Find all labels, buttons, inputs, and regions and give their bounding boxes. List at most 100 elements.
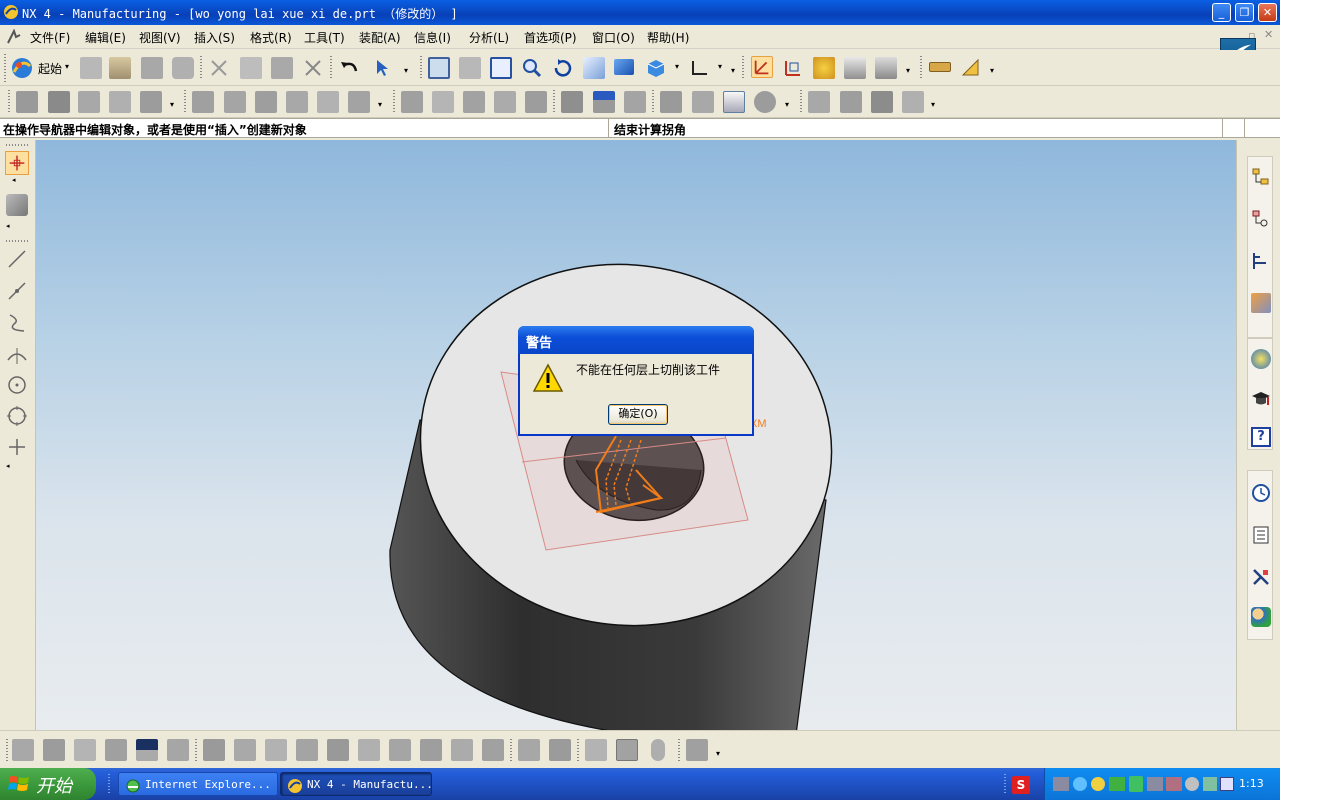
- move-to-layer-icon[interactable]: [875, 57, 897, 79]
- expand-arrow-icon[interactable]: ◂: [6, 222, 10, 230]
- perspective-icon[interactable]: [614, 59, 634, 75]
- path-delete-icon[interactable]: [840, 91, 862, 113]
- create-tool-icon[interactable]: [48, 91, 70, 113]
- process-studio-icon[interactable]: [1251, 567, 1271, 587]
- slot-icon[interactable]: [327, 739, 349, 761]
- minimize-button[interactable]: _: [1212, 3, 1231, 22]
- geometry-view-icon[interactable]: [255, 91, 277, 113]
- close-button[interactable]: ✕: [1258, 3, 1277, 22]
- measure-angle-icon[interactable]: [960, 57, 982, 79]
- object-actions-icon[interactable]: [348, 91, 370, 113]
- shell-icon[interactable]: [585, 739, 607, 761]
- expand-arrow-icon[interactable]: ◂: [12, 176, 16, 184]
- training-icon[interactable]: [1251, 389, 1271, 409]
- pan-icon[interactable]: [583, 57, 605, 79]
- toolbar-options-icon[interactable]: ▾: [731, 66, 735, 75]
- start-button-label[interactable]: 起始: [38, 60, 62, 77]
- paste-icon[interactable]: [271, 57, 293, 79]
- edit-object-icon[interactable]: [317, 91, 339, 113]
- menu-format[interactable]: 格式(R): [250, 29, 292, 46]
- messenger-icon[interactable]: [1091, 777, 1105, 791]
- arc-icon[interactable]: [6, 344, 28, 366]
- wcs-orient-icon[interactable]: [782, 57, 804, 79]
- web-browser-icon[interactable]: [1251, 349, 1271, 369]
- groove-icon[interactable]: [358, 739, 380, 761]
- roles-icon[interactable]: [1251, 607, 1271, 627]
- create-operation-icon[interactable]: [140, 91, 162, 113]
- expand-arrow-icon[interactable]: ◂: [6, 462, 10, 470]
- layer-visible-icon[interactable]: [844, 57, 866, 79]
- part-navigator-icon[interactable]: [1251, 251, 1271, 271]
- menu-analysis[interactable]: 分析(L): [469, 29, 509, 46]
- zoom-in-out-icon[interactable]: [521, 57, 543, 79]
- new-file-icon[interactable]: [80, 57, 102, 79]
- create-geometry-icon[interactable]: [78, 91, 100, 113]
- thread-icon[interactable]: [651, 739, 665, 761]
- menu-file[interactable]: 文件(F): [30, 29, 70, 46]
- chamfer-icon[interactable]: [549, 739, 571, 761]
- menu-edit[interactable]: 编辑(E): [85, 29, 126, 46]
- undo-icon[interactable]: [338, 57, 360, 79]
- path-trim-icon[interactable]: [902, 91, 924, 113]
- copy-icon[interactable]: [240, 57, 262, 79]
- task-internet-explorer[interactable]: Internet Explore...: [118, 772, 278, 796]
- machining-method-view-icon[interactable]: [286, 91, 308, 113]
- input-method-icon[interactable]: S: [1012, 776, 1030, 794]
- rotate-icon[interactable]: [552, 57, 574, 79]
- spline-icon[interactable]: [6, 312, 28, 334]
- menu-preferences[interactable]: 首选项(P): [524, 29, 577, 46]
- objects-dropdown-icon[interactable]: ▾: [378, 100, 382, 109]
- sphere-icon[interactable]: [105, 739, 127, 761]
- feeds-speeds-icon[interactable]: [754, 91, 776, 113]
- point-constructor-icon[interactable]: [6, 194, 28, 216]
- select-filter-icon[interactable]: [372, 57, 394, 79]
- cone-icon[interactable]: [74, 739, 96, 761]
- volume-icon[interactable]: [1185, 777, 1199, 791]
- cylinder-icon[interactable]: [43, 739, 65, 761]
- subtract-icon[interactable]: [420, 739, 442, 761]
- ok-button[interactable]: 确定(O): [608, 404, 668, 425]
- line-point-icon[interactable]: [6, 280, 28, 302]
- menu-tools[interactable]: 工具(T): [304, 29, 345, 46]
- revolve-icon[interactable]: [167, 739, 189, 761]
- start-button[interactable]: 开始: [0, 768, 96, 800]
- output-cls-icon[interactable]: [624, 91, 646, 113]
- menu-window[interactable]: 窗口(O): [592, 29, 635, 46]
- machine-navigator-icon[interactable]: [1251, 209, 1271, 229]
- assembly-navigator-icon[interactable]: [1251, 293, 1271, 313]
- wcs-icon[interactable]: [751, 56, 773, 78]
- zoom-icon[interactable]: [490, 57, 512, 79]
- path-lock-icon[interactable]: [871, 91, 893, 113]
- doc-close-icon[interactable]: ✕: [1264, 28, 1273, 41]
- help-icon[interactable]: ?: [1251, 427, 1271, 447]
- boss-icon[interactable]: [234, 739, 256, 761]
- line-icon[interactable]: [6, 248, 28, 270]
- block-icon[interactable]: [12, 739, 34, 761]
- analysis-dropdown-icon[interactable]: ▾: [990, 66, 994, 75]
- start-icon[interactable]: [10, 56, 34, 80]
- information-icon[interactable]: [692, 91, 714, 113]
- tools-dropdown-icon[interactable]: ▾: [785, 100, 789, 109]
- point-icon[interactable]: [6, 436, 28, 458]
- zoom-window-icon[interactable]: [459, 57, 481, 79]
- edit-feature-icon[interactable]: [686, 739, 708, 761]
- snap-point-icon[interactable]: [5, 151, 29, 175]
- create-program-icon[interactable]: [16, 91, 38, 113]
- network-disconnected-icon[interactable]: [1166, 777, 1182, 791]
- shaded-view-icon[interactable]: [645, 57, 667, 79]
- extrude-icon[interactable]: [136, 739, 158, 761]
- machine-tool-view-icon[interactable]: [224, 91, 246, 113]
- menu-insert[interactable]: 插入(S): [194, 29, 235, 46]
- safely-remove-icon[interactable]: [1203, 777, 1217, 791]
- history-icon[interactable]: [1251, 483, 1271, 503]
- display-object-icon[interactable]: [723, 91, 745, 113]
- unite-icon[interactable]: [389, 739, 411, 761]
- edge-blend-icon[interactable]: [518, 739, 540, 761]
- layer-settings-icon[interactable]: [813, 57, 835, 79]
- verify-toolpath-icon[interactable]: [494, 91, 516, 113]
- shop-docs-icon[interactable]: [593, 91, 615, 113]
- sew-icon[interactable]: [482, 739, 504, 761]
- circle-center-icon[interactable]: [6, 374, 28, 396]
- hole-icon[interactable]: [203, 739, 225, 761]
- open-folder-icon[interactable]: [109, 57, 131, 79]
